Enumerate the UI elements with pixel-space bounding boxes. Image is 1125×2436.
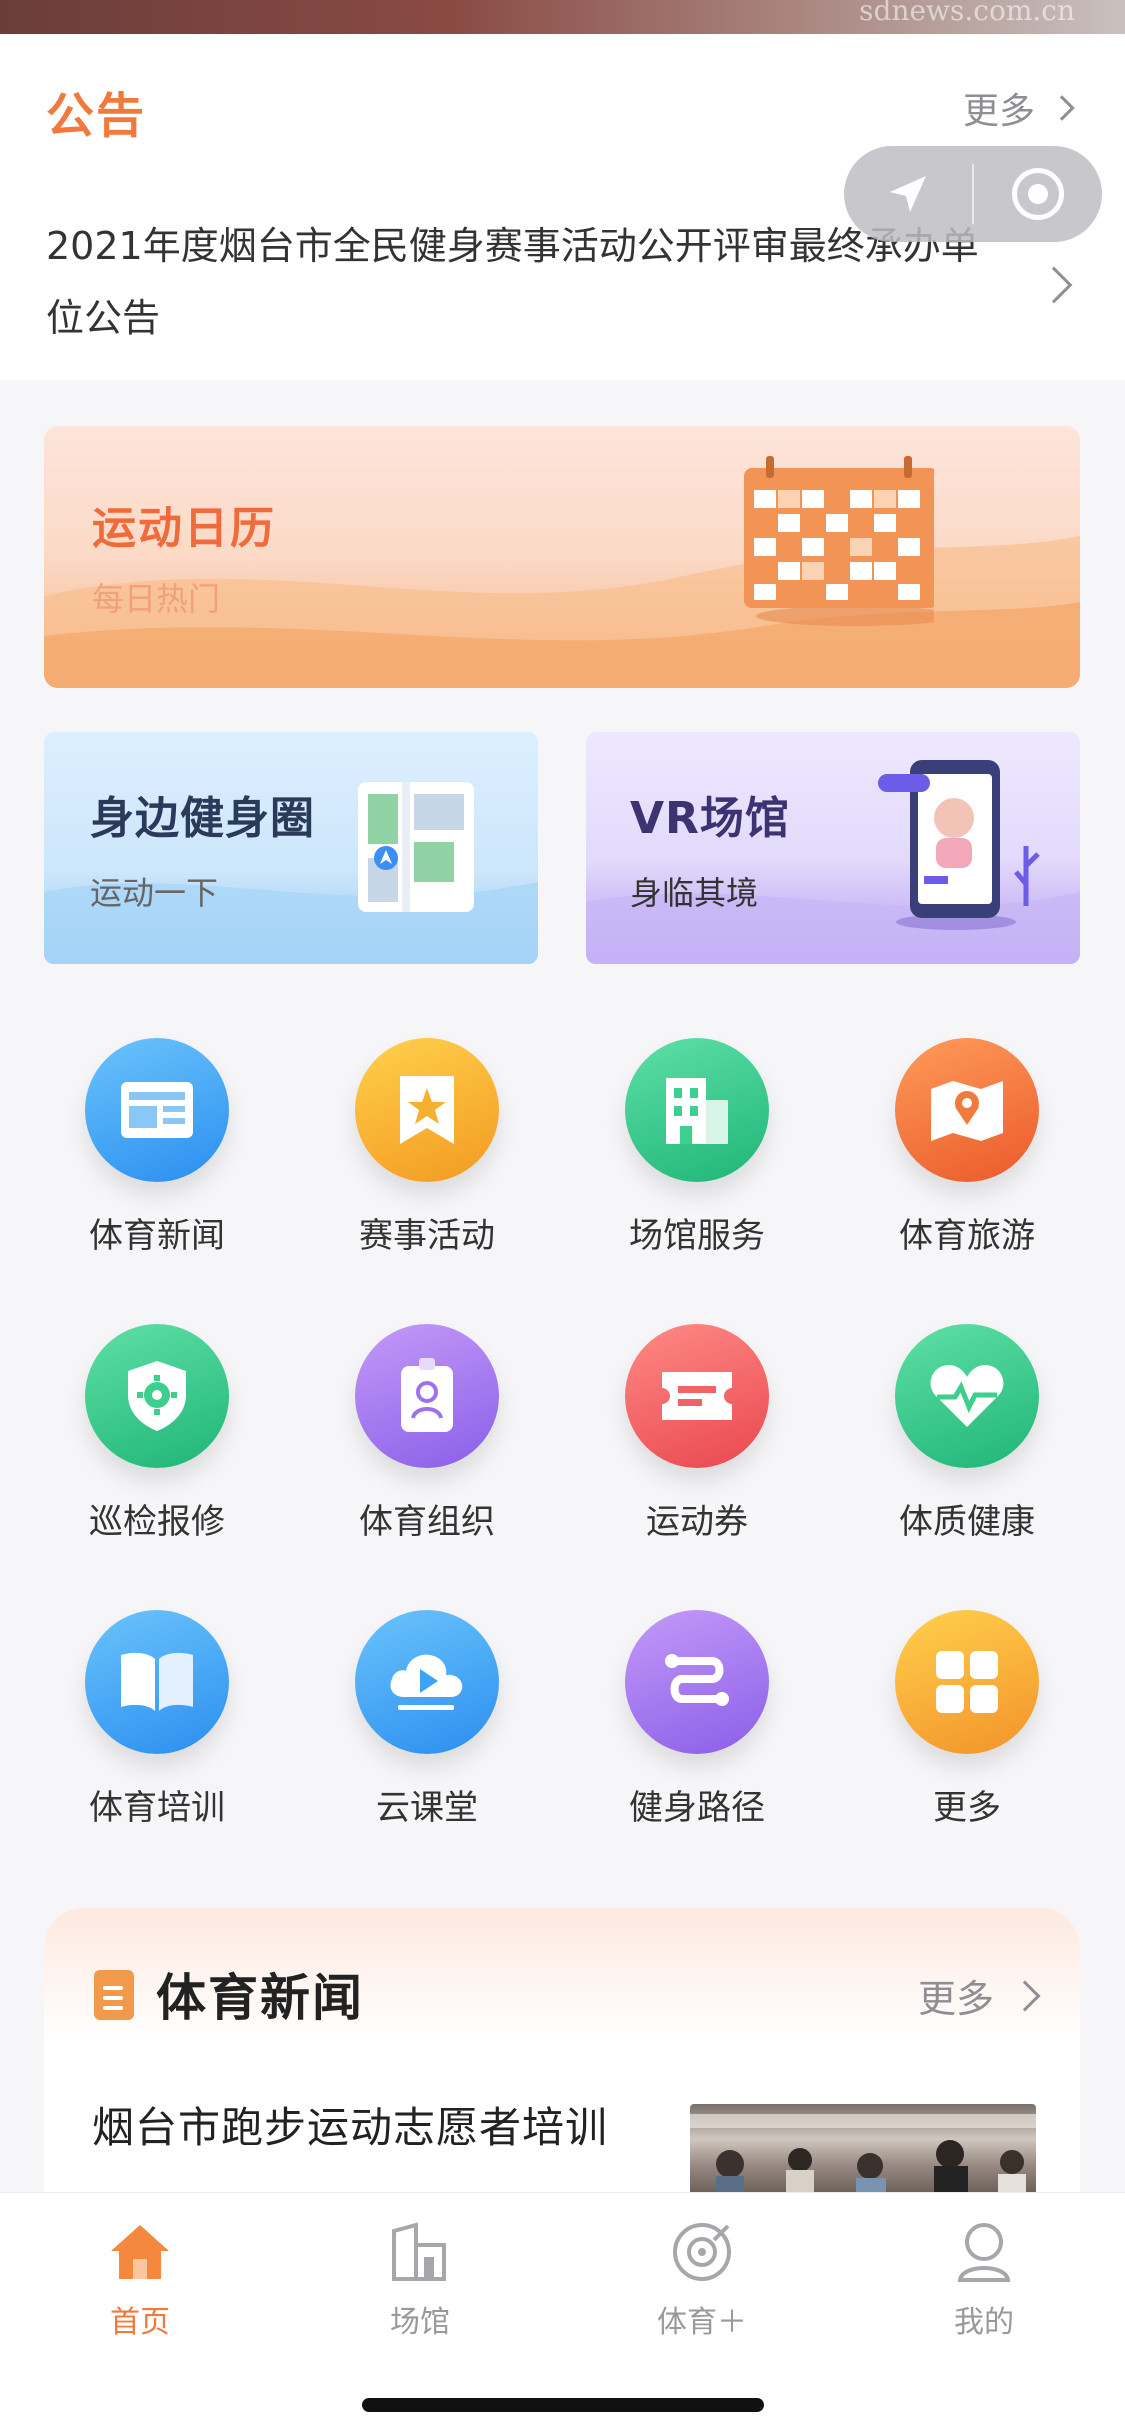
nearby-fitness-title: 身边健身圈 [90, 793, 315, 844]
capsule-controls [844, 146, 1102, 242]
grid-item-label: 巡检报修 [89, 1502, 225, 1542]
tab-label: 我的 [954, 2305, 1014, 2340]
banner-watermark: sdnews.com.cn [859, 0, 1075, 27]
cloud-play-icon [355, 1610, 499, 1754]
news-item-title[interactable]: 烟台市跑步运动志愿者培训 [92, 2094, 608, 2155]
grid-item-label: 更多 [933, 1788, 1001, 1828]
nearby-fitness-card[interactable]: 身边健身圈 运动一下 [44, 732, 538, 964]
grid-item-sports-voucher[interactable]: 运动券 [582, 1324, 812, 1543]
tab-mine[interactable]: 我的 [884, 2217, 1084, 2341]
nearby-fitness-subtitle: 运动一下 [90, 874, 219, 912]
book-icon [85, 1610, 229, 1754]
grid-item-sports-news[interactable]: 体育新闻 [42, 1038, 272, 1257]
grid-item-more[interactable]: 更多 [852, 1610, 1082, 1829]
grid-item-label: 云课堂 [376, 1788, 478, 1828]
grid-item-label: 健身路径 [629, 1788, 765, 1828]
grid-more-icon [895, 1610, 1039, 1754]
tab-venues[interactable]: 场馆 [320, 2217, 520, 2341]
chevron-right-icon [1035, 266, 1073, 304]
vr-venue-card[interactable]: VR场馆 身临其境 [586, 732, 1080, 964]
news-item-thumbnail[interactable] [690, 2104, 1036, 2204]
top-banner-image[interactable]: sdnews.com.cn [0, 0, 1125, 34]
phone-vr-icon [878, 760, 1040, 930]
shield-gear-icon [85, 1324, 229, 1468]
grid-item-fitness-route[interactable]: 健身路径 [582, 1610, 812, 1829]
grid-item-inspection-repair[interactable]: 巡检报修 [42, 1324, 272, 1543]
vr-venue-subtitle: 身临其境 [630, 874, 759, 912]
tab-sports-plus[interactable]: 体育＋ [602, 2217, 802, 2341]
calendar-title: 运动日历 [92, 503, 276, 554]
news-more-link[interactable]: 更多 [917, 1968, 1041, 2023]
chevron-right-icon [1049, 95, 1075, 121]
location-button[interactable] [844, 146, 972, 242]
calendar-subtitle: 每日热门 [92, 580, 221, 618]
grid-item-sports-tourism[interactable]: 体育旅游 [852, 1038, 1082, 1257]
calendar-icon [744, 456, 934, 626]
building-icon [625, 1038, 769, 1182]
grid-item-label: 体质健康 [899, 1502, 1035, 1542]
grid-item-venue-service[interactable]: 场馆服务 [582, 1038, 812, 1257]
route-icon [625, 1610, 769, 1754]
home-icon [40, 2217, 240, 2287]
heart-pulse-icon [895, 1324, 1039, 1468]
tab-home[interactable]: 首页 [40, 2217, 240, 2341]
grid-item-label: 体育旅游 [899, 1216, 1035, 1256]
grid-row: 体育培训 云课堂 健身路径 更多 [0, 1610, 1125, 1840]
grid-row: 体育新闻 赛事活动 场馆服务 体育旅游 [0, 1038, 1125, 1268]
sport-calendar-banner[interactable]: 运动日历 每日热门 [44, 426, 1080, 688]
tab-label: 首页 [110, 2305, 170, 2340]
star-flag-icon [355, 1038, 499, 1182]
grid-item-label: 运动券 [646, 1502, 748, 1542]
grid-item-cloud-class[interactable]: 云课堂 [312, 1610, 542, 1829]
grid-item-sports-training[interactable]: 体育培训 [42, 1610, 272, 1829]
location-arrow-icon [890, 176, 926, 212]
stadium-icon [320, 2217, 520, 2287]
grid-row: 巡检报修 体育组织 运动券 体质健康 [0, 1324, 1125, 1554]
grid-item-label: 体育组织 [359, 1502, 495, 1542]
news-more-label: 更多 [917, 1977, 994, 2021]
vr-venue-title: VR场馆 [630, 793, 790, 844]
tab-label: 体育＋ [657, 2305, 747, 2340]
map-icon [358, 782, 474, 912]
notice-item-arrow[interactable] [1035, 266, 1073, 304]
sports-news-section: 体育新闻 更多 烟台市跑步运动志愿者培训 [44, 1908, 1080, 2208]
grid-item-label: 赛事活动 [359, 1216, 495, 1256]
grid-item-sports-org[interactable]: 体育组织 [312, 1324, 542, 1543]
document-icon [94, 1970, 134, 2020]
photo-placeholder [690, 2114, 1036, 2204]
grid-item-events[interactable]: 赛事活动 [312, 1038, 542, 1257]
record-icon [1011, 168, 1064, 220]
chevron-right-icon [1009, 1979, 1041, 2012]
notice-more-link[interactable]: 更多 [962, 82, 1075, 134]
grid-item-label: 场馆服务 [629, 1216, 765, 1256]
ticket-icon [625, 1324, 769, 1468]
close-miniprogram-button[interactable] [974, 146, 1102, 242]
map-pin-icon [895, 1038, 1039, 1182]
notice-more-label: 更多 [962, 91, 1035, 132]
target-icon [602, 2217, 802, 2287]
grid-item-label: 体育培训 [89, 1788, 225, 1828]
id-badge-icon [355, 1324, 499, 1468]
sports-news-title: 体育新闻 [156, 1969, 364, 2027]
grid-item-physical-health[interactable]: 体质健康 [852, 1324, 1082, 1543]
tab-label: 场馆 [390, 2305, 450, 2340]
news-icon [85, 1038, 229, 1182]
user-icon [884, 2217, 1084, 2287]
notice-title: 公告 [46, 88, 147, 144]
home-indicator[interactable] [362, 2398, 764, 2412]
grid-item-label: 体育新闻 [89, 1216, 225, 1256]
